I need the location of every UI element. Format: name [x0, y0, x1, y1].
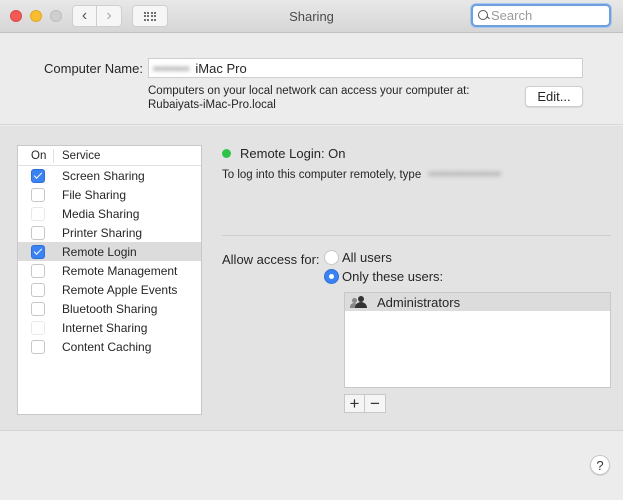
forward-button[interactable]: ›: [97, 5, 122, 27]
service-row-media-sharing[interactable]: Media Sharing: [18, 204, 201, 223]
service-label: Remote Management: [62, 263, 178, 278]
group-icon: [350, 296, 368, 308]
service-row-content-caching[interactable]: Content Caching: [18, 337, 201, 356]
service-checkbox[interactable]: [31, 263, 45, 278]
service-row-printer-sharing[interactable]: Printer Sharing: [18, 223, 201, 242]
search-field[interactable]: [471, 4, 611, 27]
search-icon: [478, 10, 489, 21]
section-divider: [222, 235, 611, 236]
service-row-remote-login[interactable]: Remote Login: [18, 242, 201, 261]
chevron-right-icon: ›: [106, 7, 112, 24]
computer-name-value: iMac Pro: [195, 60, 247, 76]
service-label: Bluetooth Sharing: [62, 301, 158, 316]
zoom-window-button[interactable]: [50, 10, 62, 22]
help-button[interactable]: ?: [590, 455, 610, 475]
ssh-command-redacted: ••••••••••••••••••: [428, 169, 501, 181]
minimize-window-button[interactable]: [30, 10, 42, 22]
service-row-internet-sharing[interactable]: Internet Sharing: [18, 318, 201, 337]
remote-login-instructions: To log into this computer remotely, type: [222, 169, 422, 181]
service-checkbox[interactable]: [31, 282, 45, 297]
service-label: Content Caching: [62, 339, 152, 354]
service-checkbox[interactable]: [31, 187, 45, 202]
service-checkbox: [31, 320, 45, 335]
radio-only-these-users-button[interactable]: [324, 269, 339, 284]
service-label: Internet Sharing: [62, 320, 148, 335]
title-bar: ‹ › Sharing: [0, 0, 623, 33]
computer-name-field[interactable]: •••••••• iMac Pro: [148, 58, 583, 78]
computer-name-label: Computer Name:: [44, 61, 143, 76]
service-checkbox[interactable]: [31, 301, 45, 316]
remove-user-button[interactable]: −: [365, 394, 386, 413]
grid-icon: [143, 11, 157, 21]
add-user-button[interactable]: +: [344, 394, 365, 413]
chevron-left-icon: ‹: [81, 7, 88, 24]
service-row-file-sharing[interactable]: File Sharing: [18, 185, 201, 204]
edit-button[interactable]: Edit...: [525, 86, 583, 107]
search-input[interactable]: [491, 8, 601, 23]
service-checkbox: [31, 206, 45, 221]
computer-name-section: Computer Name: •••••••• iMac Pro Compute…: [0, 34, 623, 125]
allow-access-label: Allow access for:: [222, 252, 320, 267]
service-row-remote-management[interactable]: Remote Management: [18, 261, 201, 280]
service-label: File Sharing: [62, 187, 127, 202]
status-indicator-icon: [222, 149, 231, 158]
column-header-on[interactable]: On: [18, 148, 54, 163]
service-row-bluetooth-sharing[interactable]: Bluetooth Sharing: [18, 299, 201, 318]
services-section: On Service Screen Sharing File Sharing Med…: [0, 126, 623, 431]
service-label: Remote Login: [62, 244, 137, 259]
radio-all-users-label[interactable]: All users: [342, 250, 392, 265]
user-list-item[interactable]: Administrators: [345, 293, 610, 311]
services-table-header: On Service: [18, 146, 201, 166]
show-all-button[interactable]: [132, 5, 168, 27]
service-row-remote-apple-events[interactable]: Remote Apple Events: [18, 280, 201, 299]
services-table: On Service Screen Sharing File Sharing Med…: [17, 145, 202, 415]
service-description: To log into this computer remotely, type…: [222, 169, 507, 181]
local-hostname: Rubaiyats-iMac-Pro.local: [148, 99, 276, 111]
computer-name-redacted: ••••••••: [153, 60, 190, 76]
close-window-button[interactable]: [10, 10, 22, 22]
service-checkbox[interactable]: [31, 225, 45, 240]
back-button[interactable]: ‹: [72, 5, 97, 27]
radio-all-users[interactable]: All users: [324, 250, 392, 265]
service-checkbox[interactable]: [31, 339, 45, 354]
allowed-users-list: Administrators: [344, 292, 611, 388]
column-header-service[interactable]: Service: [54, 150, 100, 162]
service-label: Media Sharing: [62, 206, 140, 221]
computer-name-description: Computers on your local network can acce…: [148, 84, 470, 112]
local-access-text: Computers on your local network can acce…: [148, 85, 470, 97]
services-list: Screen Sharing File Sharing Media Sharing P…: [18, 166, 201, 356]
service-label: Printer Sharing: [62, 225, 143, 240]
user-list-item-label: Administrators: [377, 294, 461, 310]
service-checkbox[interactable]: [31, 244, 45, 259]
service-status: Remote Login: On: [240, 146, 346, 161]
radio-only-these-users[interactable]: Only these users:: [324, 269, 443, 284]
service-row-screen-sharing[interactable]: Screen Sharing: [18, 166, 201, 185]
radio-all-users-button[interactable]: [324, 250, 339, 265]
service-label: Screen Sharing: [62, 168, 145, 183]
service-checkbox[interactable]: [31, 168, 45, 183]
service-label: Remote Apple Events: [62, 282, 178, 297]
radio-only-these-users-label[interactable]: Only these users:: [342, 269, 443, 284]
